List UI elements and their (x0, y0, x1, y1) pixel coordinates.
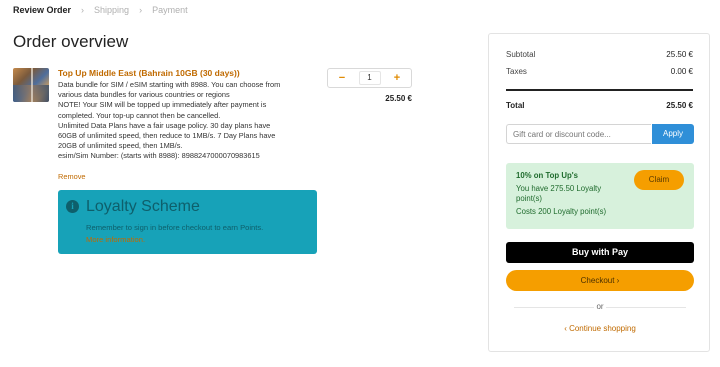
quantity-input[interactable]: 1 (358, 71, 381, 85)
taxes-label: Taxes (506, 67, 527, 76)
divider (506, 89, 693, 91)
product-description: Data bundle for SIM / eSIM starting with… (58, 80, 316, 162)
breadcrumb-shipping[interactable]: Shipping (94, 5, 129, 15)
chevron-right-icon: › (81, 5, 85, 15)
description-line: various data bundles for various countri… (58, 90, 230, 100)
breadcrumb: Review Order › Shipping › Payment (13, 4, 188, 16)
loyalty-title: Loyalty Scheme (86, 198, 200, 215)
buy-with-apple-pay-button[interactable]: Buy with Pay (506, 242, 694, 263)
description-line: completed. Your top-up cannot then be ca… (58, 110, 221, 120)
description-line: 20GB of unlimited speed, then 1MB/s. (58, 141, 183, 151)
description-line: esim/Sim Number: (starts with 8988): 898… (58, 151, 260, 161)
remove-link[interactable]: Remove (58, 172, 86, 181)
subtotal-row: Subtotal 25.50 € (506, 50, 693, 59)
description-line: Data bundle for SIM / eSIM starting with… (58, 80, 281, 89)
checkout-button[interactable]: Checkout › (506, 270, 694, 291)
taxes-value: 0.00 € (670, 67, 693, 76)
line-item-price: 25.50 € (385, 94, 412, 103)
chevron-right-icon: › (139, 5, 143, 15)
decrease-quantity-button[interactable]: − (336, 72, 348, 84)
subtotal-label: Subtotal (506, 50, 536, 59)
or-label: or (596, 302, 604, 311)
total-value: 25.50 € (666, 101, 693, 110)
or-separator: or (506, 302, 694, 312)
taxes-row: Taxes 0.00 € (506, 67, 693, 76)
reward-heading: 10% on Top Up's (516, 171, 578, 180)
order-summary: Subtotal 25.50 € Taxes 0.00 € Total 25.5… (488, 33, 710, 352)
discount-code-input[interactable] (506, 124, 651, 144)
increase-quantity-button[interactable]: + (391, 72, 403, 84)
more-information-link[interactable]: More information. (86, 235, 145, 244)
description-line: 60GB of unlimited speed, then reduce to … (58, 131, 276, 141)
reward-line: You have 275.50 Loyalty (516, 184, 602, 193)
reward-line: point(s) (516, 194, 542, 203)
description-line: Unlimited Data Plans have a fair usage p… (58, 120, 271, 130)
loyalty-reward-card: 10% on Top Up's You have 275.50 Loyalty … (506, 163, 694, 229)
apply-button[interactable]: Apply (652, 124, 694, 144)
continue-shopping-link[interactable]: ‹ Continue shopping (506, 324, 694, 333)
loyalty-scheme-panel: i Loyalty Scheme Remember to sign in bef… (58, 190, 317, 254)
total-label: Total (506, 101, 525, 110)
breadcrumb-review-order[interactable]: Review Order (13, 5, 71, 15)
loyalty-message: Remember to sign in before checkout to e… (86, 223, 264, 232)
product-image (13, 68, 49, 102)
description-line: NOTE! Your SIM will be topped up immedia… (58, 100, 267, 110)
info-icon: i (66, 200, 79, 213)
claim-button[interactable]: Claim (634, 170, 684, 190)
product-title[interactable]: Top Up Middle East (Bahrain 10GB (30 day… (58, 68, 240, 78)
subtotal-value: 25.50 € (666, 50, 693, 59)
reward-line: Costs 200 Loyalty point(s) (516, 207, 607, 216)
breadcrumb-payment[interactable]: Payment (152, 5, 188, 15)
total-row: Total 25.50 € (506, 101, 693, 110)
quantity-stepper: − 1 + (327, 68, 412, 88)
page-title: Order overview (13, 32, 129, 51)
